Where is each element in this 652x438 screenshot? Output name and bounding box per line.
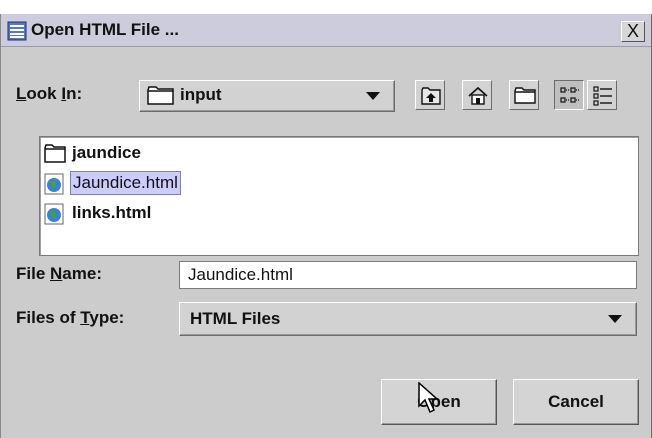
file-name-label: File Name: (16, 264, 102, 283)
file-name: jaundice (72, 143, 141, 162)
app-window-icon (7, 21, 27, 41)
html-file-icon (44, 173, 64, 195)
up-folder-icon (421, 87, 441, 105)
details-view-button[interactable] (587, 80, 617, 110)
chevron-down-icon (366, 92, 380, 100)
cancel-button[interactable]: Cancel (513, 379, 639, 425)
open-file-dialog: Open HTML File ... X Look In: input jaun… (0, 14, 652, 438)
mouse-pointer-icon (418, 382, 439, 414)
details-view-icon (593, 86, 612, 106)
folder-icon (147, 86, 174, 105)
folder-icon (44, 144, 66, 163)
close-button[interactable]: X (621, 21, 645, 42)
list-view-icon (560, 87, 579, 103)
file-name-field-wrap (179, 261, 637, 289)
new-folder-icon (514, 87, 536, 104)
look-in-dropdown[interactable]: input (139, 80, 395, 112)
window-title: Open HTML File ... (31, 20, 179, 39)
file-name-field[interactable] (180, 262, 628, 288)
file-list[interactable]: jaundice Jaundice.html links.html (39, 136, 639, 256)
file-type-dropdown[interactable]: HTML Files (179, 302, 637, 336)
up-one-level-button[interactable] (415, 80, 445, 110)
home-button[interactable] (462, 80, 492, 110)
title-bar[interactable]: Open HTML File ... X (1, 14, 651, 47)
file-type-label: Files of Type: (16, 308, 125, 327)
new-folder-button[interactable] (509, 80, 539, 110)
look-in-value: input (180, 85, 222, 104)
file-name: links.html (72, 203, 152, 222)
list-view-button[interactable] (554, 80, 584, 110)
chevron-down-icon (608, 315, 622, 323)
file-type-value: HTML Files (190, 309, 281, 328)
file-name: Jaundice.html (70, 171, 181, 195)
home-icon (468, 86, 488, 105)
look-in-label: Look In: (16, 84, 83, 103)
html-file-icon (44, 203, 64, 225)
